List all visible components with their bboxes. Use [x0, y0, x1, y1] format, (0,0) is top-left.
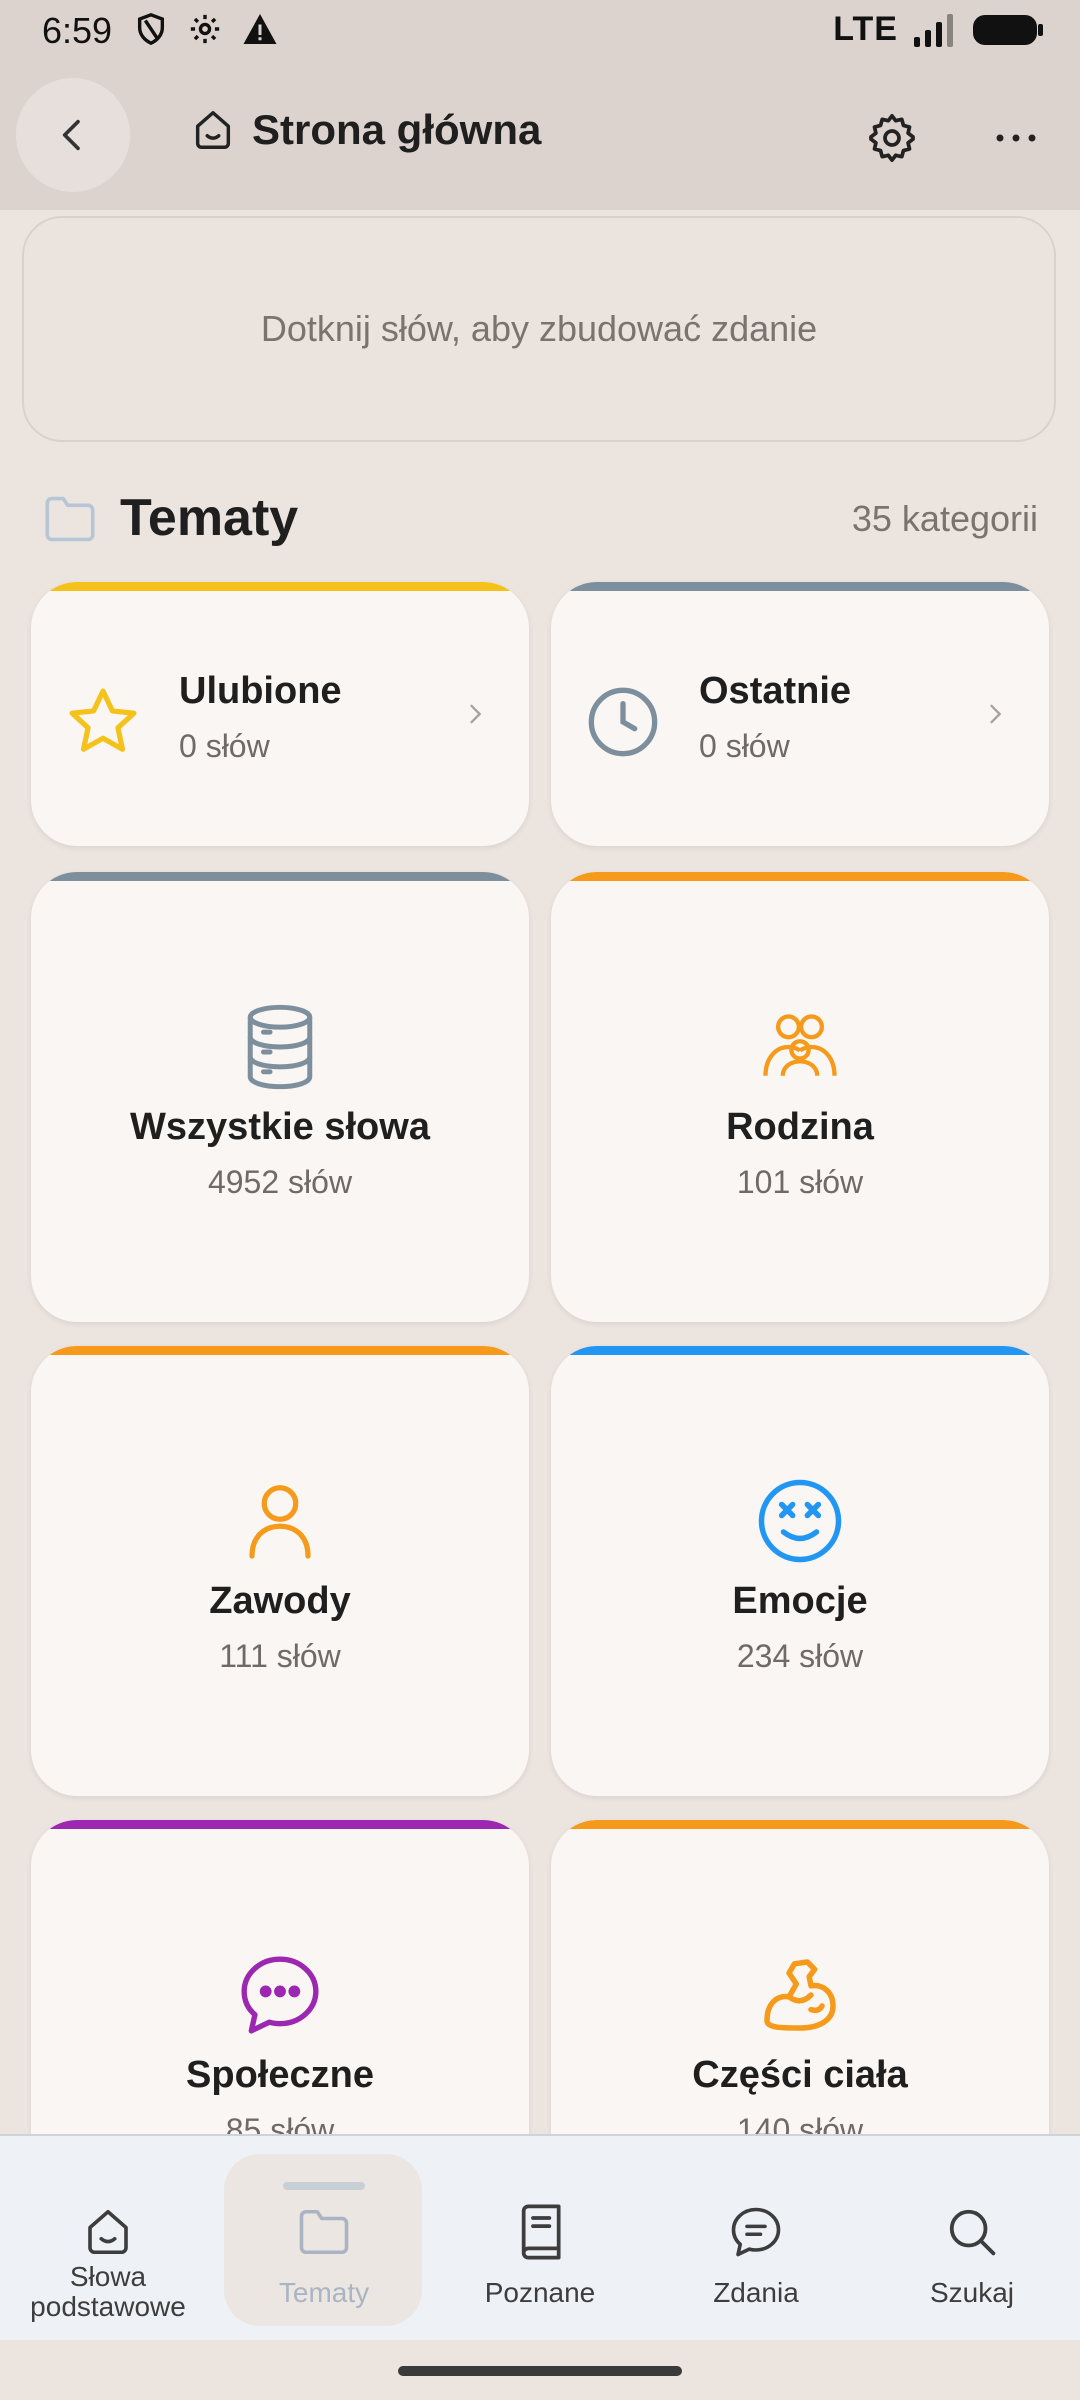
signal-icon: [914, 13, 953, 47]
chevron-right-icon: [990, 704, 1002, 724]
more-horizontal-icon: [996, 134, 1036, 142]
card-word-count: 234 słów: [736, 1638, 864, 1674]
card-title: Części ciała: [692, 2054, 908, 2096]
person-icon: [249, 1485, 311, 1559]
home-icon: [195, 111, 231, 149]
category-card-all-words[interactable]: Wszystkie słowa 4952 słów: [31, 872, 529, 1322]
section-header: Tematy 35 kategorii: [42, 482, 1038, 558]
gear-icon: [869, 113, 915, 163]
category-card-professions[interactable]: Zawody 111 słów: [31, 1346, 529, 1796]
nav-item-search[interactable]: Szukaj: [872, 2136, 1072, 2340]
nav-item-learned[interactable]: Poznane: [440, 2136, 640, 2340]
nav-label: Szukaj: [929, 2277, 1015, 2308]
category-card-favorites[interactable]: Ulubione 0 słów: [31, 582, 529, 846]
card-title: Zawody: [209, 1580, 351, 1622]
nav-label: Zdania: [713, 2277, 799, 2308]
battery-icon: [973, 14, 1043, 45]
card-title: Rodzina: [726, 1106, 874, 1148]
sentence-placeholder: Dotknij słów, aby zbudować zdanie: [260, 308, 818, 349]
network-type: LTE: [833, 10, 898, 48]
settings-button[interactable]: [856, 102, 928, 174]
category-card-family[interactable]: Rodzina 101 słów: [551, 872, 1049, 1322]
clock-icon: [588, 687, 658, 757]
status-time: 6:59: [42, 10, 113, 51]
muscle-arm-icon: [764, 1959, 836, 2031]
card-word-count: 0 słów: [179, 728, 270, 764]
card-title: Ulubione: [179, 670, 342, 712]
folder-icon: [299, 2209, 349, 2255]
app-title-group: Strona główna: [190, 106, 541, 154]
chevron-right-icon: [470, 704, 482, 724]
home-indicator[interactable]: [398, 2366, 682, 2376]
category-count: 35 kategorii: [851, 498, 1038, 539]
page-title: Strona główna: [252, 106, 542, 153]
card-title: Emocje: [732, 1580, 868, 1622]
card-accent: [31, 1820, 529, 1829]
card-accent: [31, 1346, 529, 1355]
gear-icon: [190, 14, 220, 44]
book-icon: [521, 2204, 561, 2260]
nav-label: Słowa podstawowe: [30, 2261, 186, 2322]
card-word-count: 111 słów: [219, 1638, 341, 1674]
card-word-count: 0 słów: [699, 728, 790, 764]
search-icon: [949, 2209, 996, 2256]
card-accent: [551, 1346, 1049, 1355]
card-accent: [551, 872, 1049, 881]
card-accent: [551, 1820, 1049, 1829]
warning-icon: [243, 14, 277, 44]
sentence-builder[interactable]: Dotknij słów, aby zbudować zdanie: [22, 216, 1056, 442]
chevron-left-icon: [62, 119, 80, 151]
nav-item-basic-words[interactable]: Słowa podstawowe: [8, 2136, 208, 2340]
folder-icon: [45, 496, 95, 542]
bottom-navigation: Słowa podstawowe Tematy Poznane Zdania S…: [0, 2134, 1080, 2340]
card-word-count: 4952 słów: [207, 1164, 353, 1200]
nav-label: Poznane: [484, 2277, 596, 2308]
status-notification-icons: [134, 12, 278, 46]
section-title: Tematy: [120, 489, 299, 547]
app-bar: Strona główna: [0, 62, 1080, 210]
family-icon: [763, 1014, 837, 1076]
card-accent: [31, 582, 529, 591]
status-system-icons: LTE: [833, 10, 1044, 49]
database-icon: [247, 1004, 313, 1090]
shield-icon: [137, 13, 165, 46]
card-title: Społeczne: [186, 2054, 374, 2096]
back-button[interactable]: [16, 78, 130, 192]
home-icon: [88, 2209, 128, 2255]
card-title: Wszystkie słowa: [130, 1106, 430, 1148]
card-word-count: 101 słów: [736, 1164, 864, 1200]
card-accent: [551, 582, 1049, 591]
category-card-emotions[interactable]: Emocje 234 słów: [551, 1346, 1049, 1796]
nav-item-sentences[interactable]: Zdania: [656, 2136, 856, 2340]
nav-item-topics[interactable]: Tematy: [224, 2136, 424, 2340]
card-title: Ostatnie: [699, 670, 852, 712]
more-options-button[interactable]: [980, 102, 1052, 174]
chat-icon: [731, 2207, 781, 2257]
dizzy-face-icon: [758, 1479, 842, 1563]
chat-bubble-icon: [241, 1956, 319, 2034]
star-icon: [69, 688, 137, 752]
card-accent: [31, 872, 529, 881]
nav-label: Tematy: [278, 2277, 370, 2308]
status-bar: 6:59 LTE: [0, 0, 1080, 62]
category-card-recent[interactable]: Ostatnie 0 słów: [551, 582, 1049, 846]
